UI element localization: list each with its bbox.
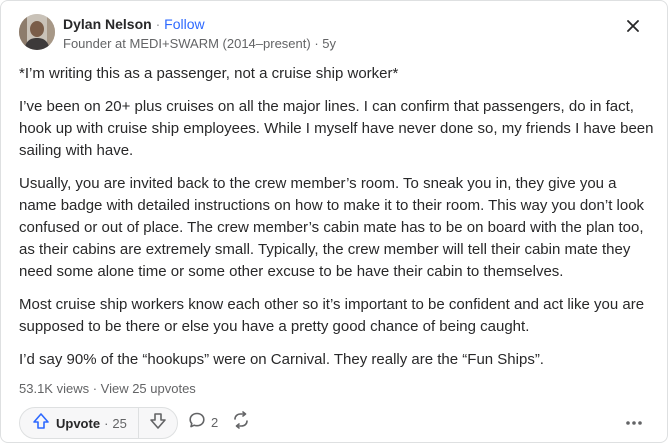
upvote-label: Upvote <box>56 415 101 431</box>
upvote-dot: · <box>104 415 109 431</box>
answer-paragraph: Usually, you are invited back to the cre… <box>19 175 645 280</box>
upvote-button[interactable]: Upvote · 25 <box>20 408 139 438</box>
vote-pill: Upvote · 25 <box>19 407 178 439</box>
avatar[interactable] <box>19 14 55 50</box>
answer-header: Dylan Nelson · Follow Founder at MEDI+SW… <box>19 14 647 52</box>
share-button[interactable] <box>230 407 252 437</box>
answer-paragraph: I’d say 90% of the “hookups” were on Car… <box>19 351 544 368</box>
author-info: Dylan Nelson · Follow Founder at MEDI+SW… <box>63 15 336 53</box>
upvote-count: 25 <box>112 415 127 431</box>
comment-count: 2 <box>211 414 219 430</box>
comment-bubble-icon <box>188 411 206 434</box>
author-name-line: Dylan Nelson · Follow <box>63 15 336 33</box>
name-separator: · <box>155 16 161 32</box>
follow-link[interactable]: Follow <box>164 16 204 32</box>
answer-paragraph: *I’m writing this as a passenger, not a … <box>19 65 399 82</box>
close-button[interactable] <box>619 14 647 42</box>
more-dots-icon <box>625 413 643 431</box>
answer-card: Dylan Nelson · Follow Founder at MEDI+SW… <box>0 0 668 443</box>
arrow-up-icon <box>32 412 50 435</box>
arrow-down-icon <box>149 412 167 435</box>
view-stats[interactable]: 53.1K views · View 25 upvotes <box>19 381 196 397</box>
comment-button[interactable]: 2 <box>188 407 218 437</box>
author-credential: Founder at MEDI+SWARM (2014–present) · 5… <box>63 36 336 51</box>
answer-paragraph: I’ve been on 20+ plus cruises on all the… <box>19 98 654 159</box>
close-icon <box>626 19 640 38</box>
author-name[interactable]: Dylan Nelson <box>63 16 152 32</box>
answer-content: *I’m writing this as a passenger, not a … <box>19 63 655 382</box>
action-bar: Upvote · 25 2 <box>19 407 649 439</box>
more-options-button[interactable] <box>619 407 649 437</box>
reshare-icon <box>231 410 251 434</box>
answer-paragraph: Most cruise ship workers know each other… <box>19 296 645 335</box>
downvote-button[interactable] <box>139 408 177 438</box>
